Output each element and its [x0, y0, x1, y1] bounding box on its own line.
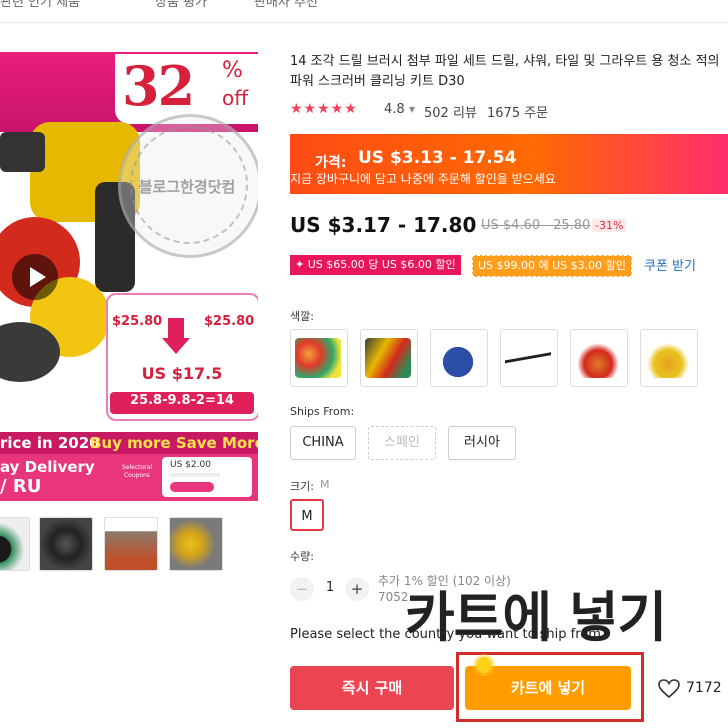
size-option-m[interactable]: M [290, 499, 324, 531]
promo-price-label: 가격: [315, 155, 347, 171]
tab-reviews[interactable]: 상품 평가 [155, 0, 207, 10]
tab-related[interactable]: 관련 인기 제품 [0, 0, 80, 10]
get-coupon-link[interactable]: 쿠폰 받기 [644, 255, 696, 274]
promo-price-value: US $3.13 - 17.54 [358, 148, 517, 168]
rating-stars-icon: ★★★★★ [290, 101, 358, 117]
down-arrow-icon [168, 318, 184, 338]
discount-badge: -31% [592, 219, 627, 232]
image-coupon-badge: Selectoral Coupons [122, 464, 152, 479]
buy-now-button[interactable]: 즉시 구매 [290, 666, 454, 710]
ship-option-china[interactable]: CHINA [290, 426, 356, 460]
drill-chuck-graphic [0, 132, 45, 172]
product-main-image[interactable]: 32 % off 블로그한경닷컴 $25.80 $25.80 US $17.5 … [0, 52, 258, 501]
rating-score[interactable]: 4.8 [384, 102, 405, 117]
swatch-fill [575, 338, 621, 378]
thumbnail-3[interactable] [104, 517, 158, 571]
color-swatch-1[interactable] [290, 329, 348, 387]
chevron-down-icon[interactable]: ▼ [409, 105, 415, 114]
ship-option-russia[interactable]: 러시아 [448, 426, 516, 460]
play-video-icon[interactable] [12, 254, 58, 300]
image-price-left: $25.80 [112, 314, 163, 329]
thumbnail-4[interactable] [169, 517, 223, 571]
color-swatch-3[interactable] [430, 329, 488, 387]
product-title: 14 조각 드릴 브러시 첨부 파일 세트 드릴, 샤워, 타일 및 그라우트 … [290, 54, 720, 89]
size-selected-hint: M [320, 478, 330, 491]
discount-percent-sign: % [222, 58, 243, 83]
swatch-fill [295, 338, 341, 378]
color-swatch-2[interactable] [360, 329, 418, 387]
click-cursor-icon [476, 657, 492, 673]
down-arrowhead-icon [162, 338, 190, 354]
quantity-minus-button[interactable]: − [290, 577, 314, 601]
overlay-caption: 카트에 넣기 [405, 586, 667, 649]
color-label: 색깔: [290, 310, 314, 323]
swatch-fill [505, 338, 551, 378]
swatch-fill [435, 338, 481, 378]
coupon-badge-1[interactable]: ✦ US $65.00 당 US $6.00 할인 [290, 255, 461, 275]
color-swatch-5[interactable] [570, 329, 628, 387]
ships-from-label: Ships From: [290, 405, 355, 418]
original-price: US $4.60 - 25.80 [481, 218, 591, 233]
swatch-fill [645, 338, 691, 378]
thumbnail-1[interactable] [0, 517, 30, 571]
quantity-label: 수량: [290, 550, 314, 563]
wishlist-count: 7172 [686, 680, 722, 696]
promo-price-subtext: 지금 장바구니에 담고 나중에 주문해 할인을 받으세요 [290, 172, 556, 186]
image-coupon-button [170, 482, 214, 492]
size-label: 크기: [290, 480, 314, 493]
quantity-value[interactable]: 1 [322, 580, 338, 595]
color-swatch-6[interactable] [640, 329, 698, 387]
order-count: 1675 주문 [487, 106, 549, 121]
watermark-text: 블로그한경닷컴 [138, 178, 236, 196]
image-price-big: US $17.5 [141, 364, 223, 383]
swatch-fill [365, 338, 411, 378]
coupon-badge-2[interactable]: US $99.00 에 US $3.00 할인 [472, 255, 632, 277]
discount-off-text: off [222, 86, 249, 110]
image-formula: 25.8-9.8-2=14 [130, 393, 234, 408]
ship-option-spain[interactable]: 스페인 [368, 426, 436, 460]
image-promo-text: Buy more Save More [90, 434, 258, 452]
heart-icon[interactable] [658, 679, 680, 699]
image-coupon-line [170, 473, 220, 477]
tab-seller[interactable]: 판매자 추천 [254, 0, 318, 10]
review-count[interactable]: 502 리뷰 [424, 102, 477, 121]
thumbnail-2[interactable] [39, 517, 93, 571]
current-price: US $3.17 - 17.80 [290, 213, 477, 237]
image-region-text: / RU [0, 476, 42, 497]
image-delivery-text: ay Delivery [0, 458, 95, 476]
image-price-right: $25.80 [204, 314, 255, 329]
quantity-plus-button[interactable]: + [345, 577, 369, 601]
image-promo-prefix: rice in 2020 [0, 434, 100, 452]
top-tab-bar: 관련 인기 제품 상품 평가 판매자 추천 [0, 0, 728, 23]
discount-number: 32 [122, 54, 195, 118]
color-swatch-4[interactable] [500, 329, 558, 387]
image-coupon-price: US $2.00 [170, 460, 211, 470]
